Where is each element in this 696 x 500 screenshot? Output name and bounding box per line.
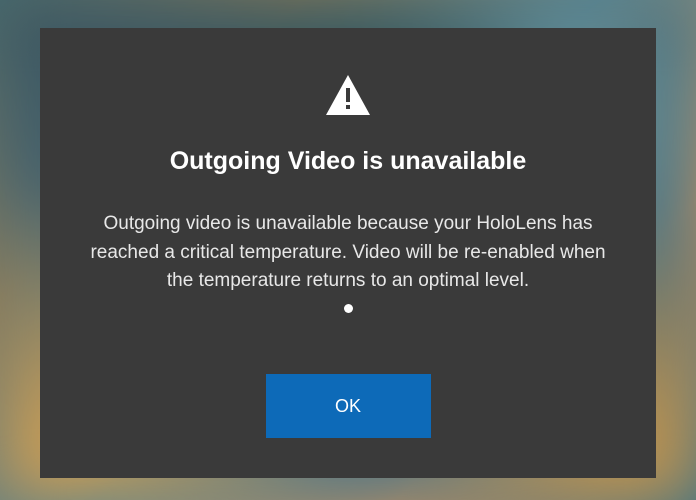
dialog-message: Outgoing video is unavailable because yo… xyxy=(80,210,616,296)
dialog-title: Outgoing Video is unavailable xyxy=(170,147,527,176)
gaze-cursor xyxy=(344,304,353,313)
button-row: OK xyxy=(80,374,616,438)
warning-icon xyxy=(324,73,372,117)
ok-button[interactable]: OK xyxy=(266,374,431,438)
warning-dialog: Outgoing Video is unavailable Outgoing v… xyxy=(40,28,656,478)
